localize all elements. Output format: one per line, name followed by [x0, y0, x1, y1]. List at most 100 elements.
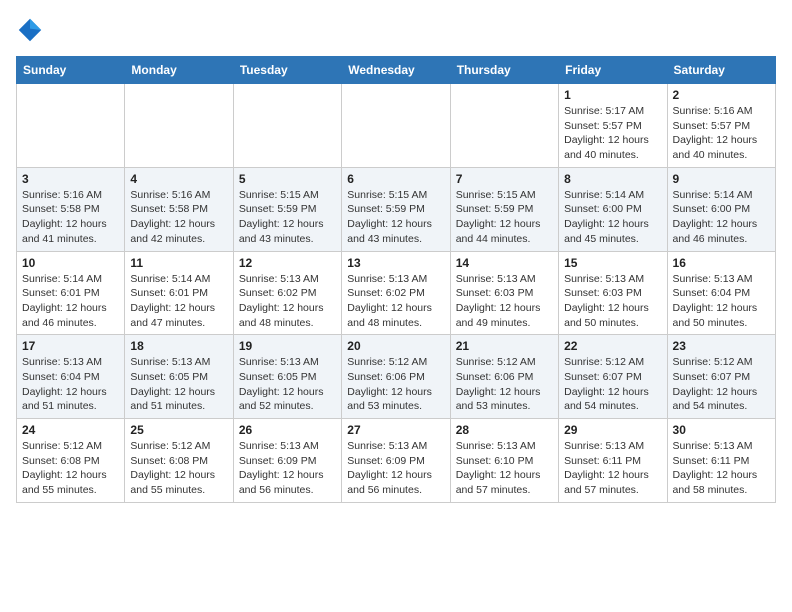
day-info: Sunrise: 5:13 AM Sunset: 6:05 PM Dayligh… [239, 355, 336, 414]
day-info: Sunrise: 5:13 AM Sunset: 6:09 PM Dayligh… [239, 439, 336, 498]
day-info: Sunrise: 5:14 AM Sunset: 6:01 PM Dayligh… [22, 272, 119, 331]
calendar-cell: 30 Sunrise: 5:13 AM Sunset: 6:11 PM Dayli… [667, 419, 775, 503]
day-number: 24 [22, 423, 119, 437]
day-number: 6 [347, 172, 444, 186]
day-number: 16 [673, 256, 770, 270]
calendar-cell: 14Sunrise: 5:13 AM Sunset: 6:03 PM Dayli… [450, 251, 558, 335]
calendar-day-header: Saturday [667, 57, 775, 84]
calendar-day-header: Tuesday [233, 57, 341, 84]
calendar-cell: 11 Sunrise: 5:14 AM Sunset: 6:01 PM Dayli… [125, 251, 233, 335]
calendar-day-header: Friday [559, 57, 667, 84]
calendar-day-header: Wednesday [342, 57, 450, 84]
day-number: 19 [239, 339, 336, 353]
day-number: 20 [347, 339, 444, 353]
calendar-cell: 26 Sunrise: 5:13 AM Sunset: 6:09 PM Dayli… [233, 419, 341, 503]
day-info: Sunrise: 5:12 AM Sunset: 6:07 PM Dayligh… [564, 355, 661, 414]
day-info: Sunrise: 5:13 AM Sunset: 6:09 PM Dayligh… [347, 439, 444, 498]
day-info: Sunrise: 5:13 AM Sunset: 6:03 PM Dayligh… [564, 272, 661, 331]
calendar-cell: 4 Sunrise: 5:16 AM Sunset: 5:58 PM Daylig… [125, 167, 233, 251]
day-info: Sunrise: 5:12 AM Sunset: 6:06 PM Dayligh… [347, 355, 444, 414]
day-number: 13 [347, 256, 444, 270]
calendar-cell: 27Sunrise: 5:13 AM Sunset: 6:09 PM Dayli… [342, 419, 450, 503]
day-info: Sunrise: 5:14 AM Sunset: 6:01 PM Dayligh… [130, 272, 227, 331]
calendar-day-header: Monday [125, 57, 233, 84]
calendar-header-row: SundayMondayTuesdayWednesdayThursdayFrid… [17, 57, 776, 84]
calendar-cell: 24Sunrise: 5:12 AM Sunset: 6:08 PM Dayli… [17, 419, 125, 503]
day-info: Sunrise: 5:13 AM Sunset: 6:04 PM Dayligh… [22, 355, 119, 414]
logo-icon [16, 16, 44, 44]
day-info: Sunrise: 5:15 AM Sunset: 5:59 PM Dayligh… [239, 188, 336, 247]
day-number: 4 [130, 172, 227, 186]
day-number: 21 [456, 339, 553, 353]
day-info: Sunrise: 5:17 AM Sunset: 5:57 PM Dayligh… [564, 104, 661, 163]
calendar-cell: 13 Sunrise: 5:13 AM Sunset: 6:02 PM Dayli… [342, 251, 450, 335]
calendar-week-row: 1 Sunrise: 5:17 AM Sunset: 5:57 PM Daylig… [17, 84, 776, 168]
calendar-cell: 5 Sunrise: 5:15 AM Sunset: 5:59 PM Daylig… [233, 167, 341, 251]
day-number: 1 [564, 88, 661, 102]
day-number: 26 [239, 423, 336, 437]
calendar-day-header: Sunday [17, 57, 125, 84]
day-number: 5 [239, 172, 336, 186]
calendar-cell [450, 84, 558, 168]
day-number: 22 [564, 339, 661, 353]
calendar-cell: 21 Sunrise: 5:12 AM Sunset: 6:06 PM Dayli… [450, 335, 558, 419]
day-info: Sunrise: 5:16 AM Sunset: 5:58 PM Dayligh… [130, 188, 227, 247]
day-info: Sunrise: 5:16 AM Sunset: 5:57 PM Dayligh… [673, 104, 770, 163]
calendar-cell: 7 Sunrise: 5:15 AM Sunset: 5:59 PM Daylig… [450, 167, 558, 251]
day-info: Sunrise: 5:14 AM Sunset: 6:00 PM Dayligh… [564, 188, 661, 247]
calendar-cell: 17 Sunrise: 5:13 AM Sunset: 6:04 PM Dayli… [17, 335, 125, 419]
calendar-cell [125, 84, 233, 168]
calendar-cell: 22 Sunrise: 5:12 AM Sunset: 6:07 PM Dayli… [559, 335, 667, 419]
calendar-cell: 15 Sunrise: 5:13 AM Sunset: 6:03 PM Dayli… [559, 251, 667, 335]
day-number: 12 [239, 256, 336, 270]
calendar-cell: 2 Sunrise: 5:16 AM Sunset: 5:57 PM Daylig… [667, 84, 775, 168]
day-info: Sunrise: 5:13 AM Sunset: 6:04 PM Dayligh… [673, 272, 770, 331]
day-number: 15 [564, 256, 661, 270]
day-number: 11 [130, 256, 227, 270]
calendar-cell: 3 Sunrise: 5:16 AM Sunset: 5:58 PM Daylig… [17, 167, 125, 251]
day-number: 30 [673, 423, 770, 437]
logo [16, 16, 48, 44]
day-number: 7 [456, 172, 553, 186]
day-number: 17 [22, 339, 119, 353]
calendar-cell: 9 Sunrise: 5:14 AM Sunset: 6:00 PM Daylig… [667, 167, 775, 251]
day-info: Sunrise: 5:13 AM Sunset: 6:05 PM Dayligh… [130, 355, 227, 414]
day-number: 25 [130, 423, 227, 437]
calendar-cell: 12 Sunrise: 5:13 AM Sunset: 6:02 PM Dayli… [233, 251, 341, 335]
day-number: 29 [564, 423, 661, 437]
calendar-week-row: 24Sunrise: 5:12 AM Sunset: 6:08 PM Dayli… [17, 419, 776, 503]
page-header [16, 16, 776, 44]
day-info: Sunrise: 5:14 AM Sunset: 6:00 PM Dayligh… [673, 188, 770, 247]
calendar-day-header: Thursday [450, 57, 558, 84]
calendar-cell [342, 84, 450, 168]
day-info: Sunrise: 5:13 AM Sunset: 6:10 PM Dayligh… [456, 439, 553, 498]
calendar-cell: 19 Sunrise: 5:13 AM Sunset: 6:05 PM Dayli… [233, 335, 341, 419]
calendar-cell: 28 Sunrise: 5:13 AM Sunset: 6:10 PM Dayli… [450, 419, 558, 503]
day-number: 2 [673, 88, 770, 102]
calendar-cell [233, 84, 341, 168]
day-number: 9 [673, 172, 770, 186]
day-number: 3 [22, 172, 119, 186]
day-info: Sunrise: 5:13 AM Sunset: 6:11 PM Dayligh… [564, 439, 661, 498]
day-number: 23 [673, 339, 770, 353]
day-info: Sunrise: 5:12 AM Sunset: 6:07 PM Dayligh… [673, 355, 770, 414]
day-info: Sunrise: 5:15 AM Sunset: 5:59 PM Dayligh… [456, 188, 553, 247]
calendar-cell: 18 Sunrise: 5:13 AM Sunset: 6:05 PM Dayli… [125, 335, 233, 419]
day-number: 14 [456, 256, 553, 270]
day-info: Sunrise: 5:13 AM Sunset: 6:02 PM Dayligh… [239, 272, 336, 331]
calendar-cell: 8Sunrise: 5:14 AM Sunset: 6:00 PM Daylig… [559, 167, 667, 251]
calendar-week-row: 3 Sunrise: 5:16 AM Sunset: 5:58 PM Daylig… [17, 167, 776, 251]
calendar-cell: 29 Sunrise: 5:13 AM Sunset: 6:11 PM Dayli… [559, 419, 667, 503]
calendar-cell: 1 Sunrise: 5:17 AM Sunset: 5:57 PM Daylig… [559, 84, 667, 168]
calendar-cell: 25Sunrise: 5:12 AM Sunset: 6:08 PM Dayli… [125, 419, 233, 503]
day-info: Sunrise: 5:13 AM Sunset: 6:02 PM Dayligh… [347, 272, 444, 331]
day-info: Sunrise: 5:12 AM Sunset: 6:06 PM Dayligh… [456, 355, 553, 414]
calendar-cell: 6Sunrise: 5:15 AM Sunset: 5:59 PM Daylig… [342, 167, 450, 251]
day-info: Sunrise: 5:13 AM Sunset: 6:11 PM Dayligh… [673, 439, 770, 498]
day-number: 28 [456, 423, 553, 437]
calendar-cell: 20 Sunrise: 5:12 AM Sunset: 6:06 PM Dayli… [342, 335, 450, 419]
day-number: 18 [130, 339, 227, 353]
calendar-cell: 10Sunrise: 5:14 AM Sunset: 6:01 PM Dayli… [17, 251, 125, 335]
calendar-cell [17, 84, 125, 168]
day-info: Sunrise: 5:16 AM Sunset: 5:58 PM Dayligh… [22, 188, 119, 247]
